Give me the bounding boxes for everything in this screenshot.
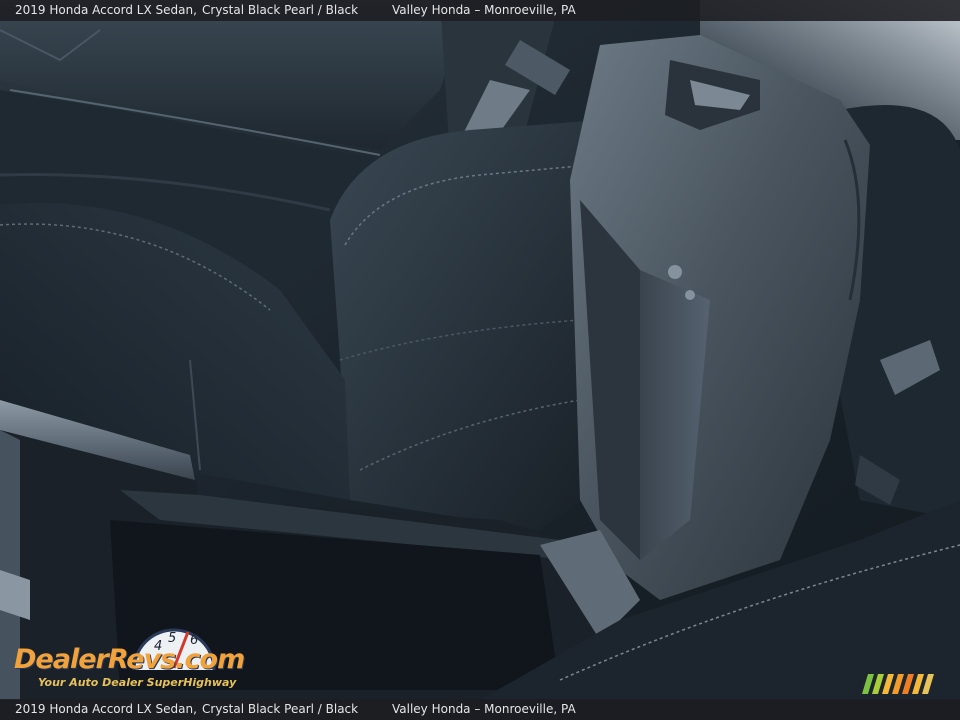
dealerrevs-watermark: 4 5 6 DealerRevs.com Your Auto Dealer Su… [10, 624, 265, 694]
caption-bar-top: 2019 Honda Accord LX Sedan, Crystal Blac… [0, 0, 960, 21]
vehicle-color: Crystal Black Pearl / Black [202, 3, 359, 17]
watermark-tagline: Your Auto Dealer SuperHighway [38, 676, 237, 689]
dealer-name: Valley Honda – Monroeville, PA [392, 702, 576, 716]
vehicle-title: 2019 Honda Accord LX Sedan, [15, 3, 197, 17]
passenger-seat [330, 120, 610, 530]
vehicle-title: 2019 Honda Accord LX Sedan, [15, 702, 197, 716]
dealer-name: Valley Honda – Monroeville, PA [392, 3, 576, 17]
car-interior-photo [0, 0, 960, 720]
vehicle-color: Crystal Black Pearl / Black [202, 702, 359, 716]
caption-bar-bottom: 2019 Honda Accord LX Sedan, Crystal Blac… [0, 699, 960, 720]
watermark-brand: DealerRevs.com [14, 644, 245, 675]
stripes-logo-icon [862, 674, 934, 694]
listing-photo-frame: 2019 Honda Accord LX Sedan, Crystal Blac… [0, 0, 960, 720]
